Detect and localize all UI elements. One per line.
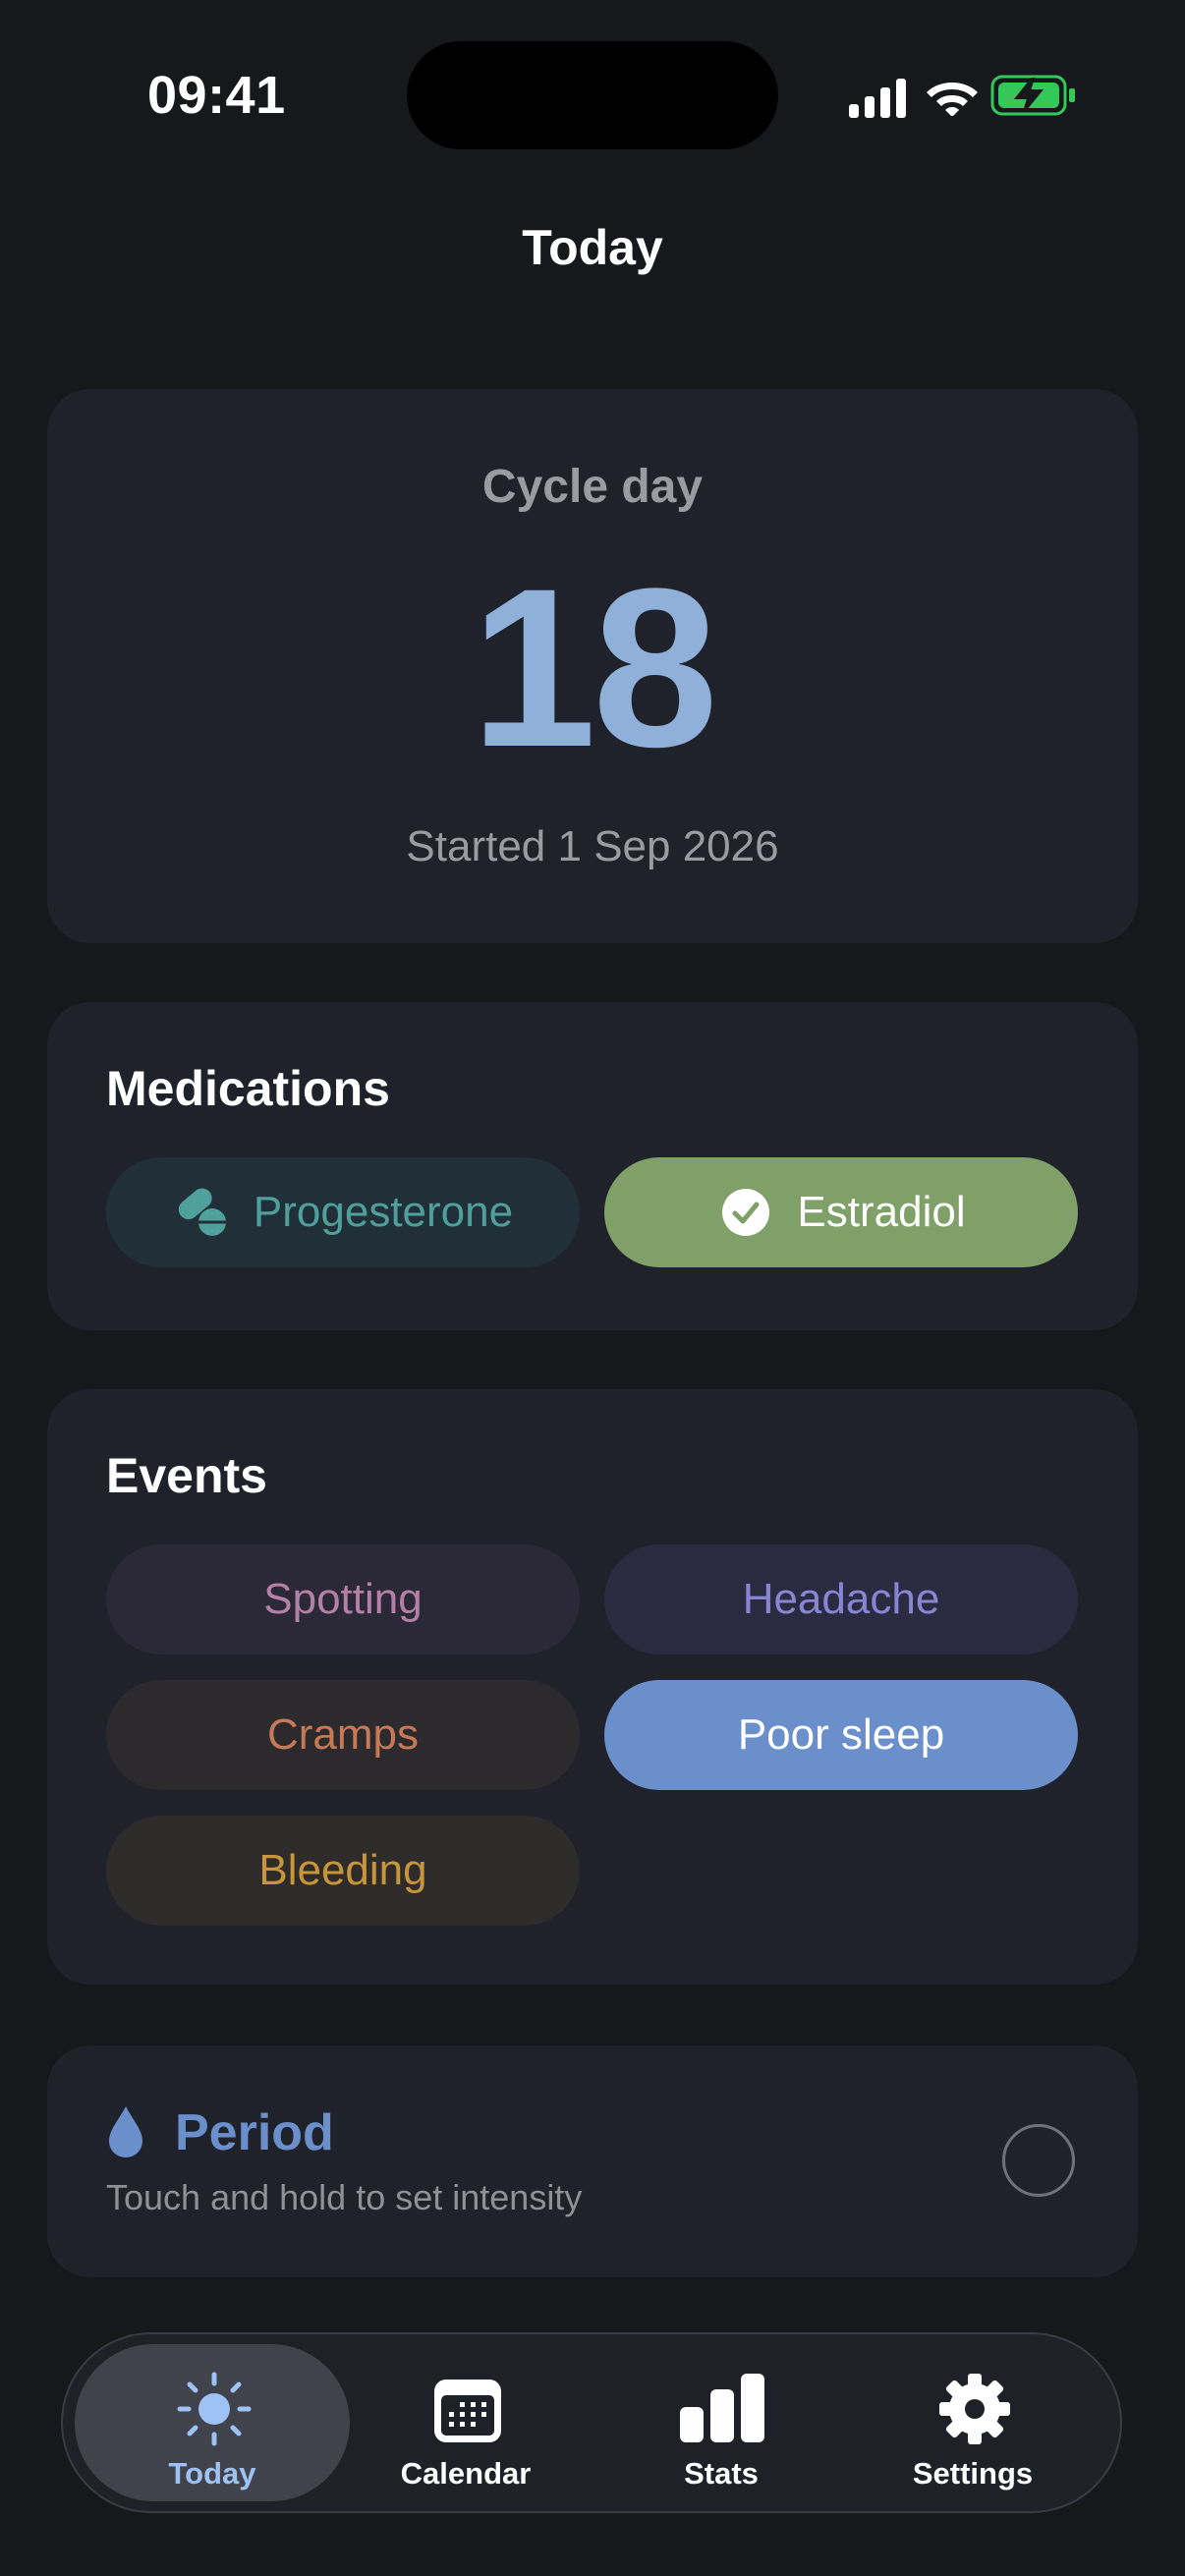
calendar-icon [434, 2380, 501, 2442]
tab-settings[interactable]: Settings [835, 2344, 1110, 2501]
period-card[interactable]: Period Touch and hold to set intensity [47, 2045, 1138, 2277]
events-card: Events Spotting Headache Cramps Poor sle… [47, 1389, 1138, 1985]
period-title: Period [175, 2104, 334, 2161]
wifi-icon [927, 83, 978, 116]
drop-icon [109, 2106, 142, 2157]
tab-stats[interactable]: Stats [584, 2344, 859, 2501]
event-poor-sleep-button[interactable]: Poor sleep [604, 1680, 1078, 1790]
event-label: Spotting [263, 1575, 423, 1623]
event-cramps-button[interactable]: Cramps [106, 1680, 580, 1790]
event-label: Bleeding [258, 1846, 427, 1894]
tab-bar: Today Calendar Stats Settings [61, 2332, 1122, 2513]
medication-label: Estradiol [797, 1188, 966, 1236]
sun-icon [177, 2372, 252, 2446]
event-label: Poor sleep [737, 1710, 945, 1759]
status-icons [847, 69, 1083, 122]
tab-label: Today [168, 2456, 256, 2491]
pill-icon [173, 1183, 232, 1242]
tab-calendar[interactable]: Calendar [328, 2344, 603, 2501]
bar-chart-icon [680, 2374, 764, 2442]
gear-icon [939, 2374, 1010, 2444]
medications-title: Medications [106, 1061, 390, 1116]
status-time: 09:41 [147, 66, 286, 125]
tab-label: Stats [684, 2456, 759, 2491]
checkmark-circle-icon [716, 1183, 775, 1242]
event-bleeding-button[interactable]: Bleeding [106, 1816, 580, 1926]
tab-today[interactable]: Today [75, 2344, 350, 2501]
cellular-signal-icon [849, 79, 906, 118]
page-title: Today [522, 220, 663, 275]
cycle-start-date: Started 1 Sep 2026 [406, 822, 779, 870]
dynamic-island [407, 41, 778, 149]
cycle-day-number: 18 [471, 541, 718, 794]
medication-progesterone-button[interactable]: Progesterone [106, 1157, 580, 1267]
event-label: Headache [742, 1575, 940, 1623]
status-bar: 09:41 [0, 0, 1185, 196]
medication-label: Progesterone [253, 1188, 514, 1236]
medications-card: Medications Progesterone Estradiol [47, 1002, 1138, 1330]
period-toggle[interactable] [1002, 2124, 1075, 2197]
battery-charging-icon [990, 75, 1075, 116]
cycle-day-label: Cycle day [481, 461, 704, 513]
tab-label: Settings [912, 2456, 1034, 2491]
event-spotting-button[interactable]: Spotting [106, 1544, 580, 1654]
tab-label: Calendar [400, 2456, 532, 2491]
event-headache-button[interactable]: Headache [604, 1544, 1078, 1654]
events-title: Events [106, 1448, 267, 1503]
medication-estradiol-button[interactable]: Estradiol [604, 1157, 1078, 1267]
event-label: Cramps [266, 1710, 420, 1759]
period-hint: Touch and hold to set intensity [106, 2177, 583, 2217]
cycle-day-card[interactable]: Cycle day 18 Started 1 Sep 2026 [47, 389, 1138, 943]
